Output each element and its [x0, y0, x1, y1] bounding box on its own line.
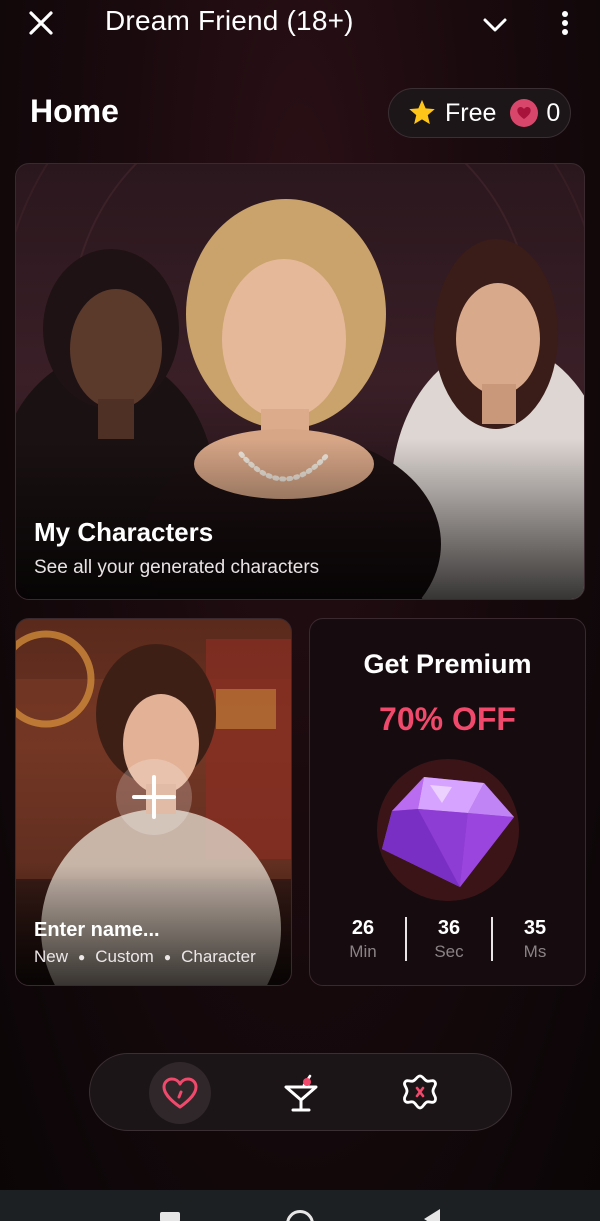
- tag-custom: Custom: [95, 947, 154, 966]
- countdown-timer: 26 Min 36 Sec 35 Ms: [328, 916, 570, 962]
- recent-apps-button[interactable]: [160, 1212, 180, 1221]
- tag-separator: ●: [163, 950, 172, 964]
- chevron-down-icon[interactable]: [480, 10, 510, 40]
- system-navigation-bar: [0, 1190, 600, 1221]
- timer-unit: Min: [349, 941, 377, 961]
- timer-unit: Ms: [523, 941, 547, 961]
- timer-value: 36: [437, 916, 461, 939]
- heart-icon: [510, 99, 539, 127]
- timer-minutes: 26 Min: [328, 917, 398, 962]
- timer-value: 26: [351, 916, 375, 939]
- add-character-button[interactable]: [116, 759, 192, 835]
- nav-item-home[interactable]: [149, 1062, 211, 1124]
- timer-divider: [491, 917, 493, 961]
- app-title: Dream Friend (18+): [105, 5, 354, 36]
- more-vertical-icon[interactable]: [553, 8, 577, 38]
- settings-icon: [403, 1074, 437, 1110]
- character-tags: New ● Custom ● Character: [34, 947, 256, 967]
- card-title: My Characters: [34, 517, 214, 547]
- star-icon: [409, 99, 435, 125]
- close-icon[interactable]: [26, 8, 56, 38]
- plus-icon: [132, 775, 176, 819]
- plan-pill[interactable]: Free 0: [388, 88, 571, 138]
- page-title: Home: [30, 93, 119, 129]
- tag-new: New: [34, 947, 69, 966]
- premium-title: Get Premium: [363, 649, 532, 679]
- cocktail-icon: [284, 1074, 318, 1112]
- card-subtitle: See all your generated characters: [34, 557, 320, 578]
- timer-divider: [405, 917, 407, 961]
- tag-character: Character: [181, 947, 256, 966]
- home-button[interactable]: [286, 1210, 314, 1221]
- new-character-card[interactable]: Enter name... New ● Custom ● Character: [15, 618, 292, 986]
- timer-milliseconds: 35 Ms: [500, 917, 570, 962]
- diamond-gem-icon: [382, 777, 514, 887]
- premium-offer-card[interactable]: Get Premium 70% OFF 26 Min 36 Sec 35 Ms: [309, 618, 586, 986]
- timer-unit: Sec: [434, 941, 464, 961]
- hearts-count: 0: [546, 98, 561, 127]
- timer-value: 35: [523, 916, 547, 939]
- heart-icon: [162, 1077, 198, 1109]
- back-button[interactable]: [424, 1209, 440, 1221]
- nav-item-chat[interactable]: [270, 1062, 332, 1124]
- nav-item-settings[interactable]: [389, 1062, 451, 1124]
- plan-label: Free: [445, 98, 497, 127]
- bottom-navigation: [89, 1053, 512, 1131]
- character-name-field[interactable]: Enter name...: [34, 919, 160, 942]
- tag-separator: ●: [78, 950, 86, 964]
- my-characters-card[interactable]: My Characters See all your generated cha…: [15, 163, 585, 600]
- app-bar: Dream Friend (18+): [0, 0, 600, 46]
- timer-seconds: 36 Sec: [414, 917, 484, 962]
- discount-label: 70% OFF: [379, 701, 516, 737]
